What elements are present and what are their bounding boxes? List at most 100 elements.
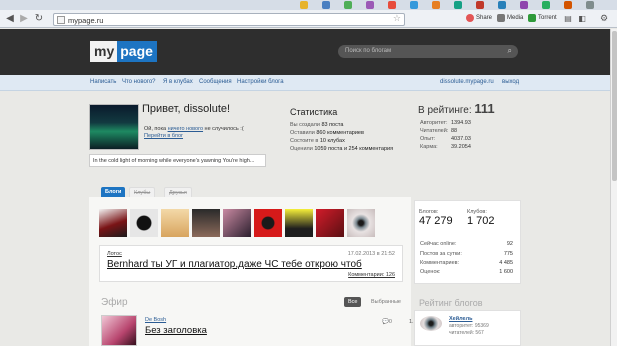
go-to-blog-link[interactable]: Перейти в блог bbox=[144, 133, 183, 139]
extension-icon[interactable] bbox=[344, 1, 352, 9]
site-header: my page Поиск по блогам ⌕ bbox=[0, 29, 610, 75]
search-placeholder: Поиск по блогам bbox=[345, 48, 392, 54]
status-link[interactable]: ничего нового bbox=[168, 126, 203, 132]
share-button[interactable]: Share bbox=[466, 14, 492, 22]
tab-blogs[interactable]: Блоги bbox=[101, 187, 126, 197]
blog-thumbnail[interactable] bbox=[254, 209, 282, 237]
rating-row-value: 1394.93 bbox=[451, 120, 471, 126]
clubs-count: 1 702 bbox=[467, 215, 495, 227]
stats-label: Вы создали bbox=[290, 122, 322, 128]
blog-thumbnail[interactable] bbox=[285, 209, 313, 237]
page-scrollbar[interactable] bbox=[610, 29, 617, 346]
media-button[interactable]: Media bbox=[497, 14, 523, 22]
filter-selected-button[interactable]: Выбранные bbox=[367, 297, 405, 307]
site-stat-value: 4 485 bbox=[499, 260, 513, 266]
nav-write[interactable]: Написать bbox=[90, 79, 116, 85]
feed-post-title[interactable]: Без заголовка bbox=[145, 325, 207, 336]
feed-comments: 💬0 bbox=[382, 319, 392, 325]
blog-thumbnails bbox=[99, 209, 375, 237]
blog-thumbnail[interactable] bbox=[130, 209, 158, 237]
tab-friends[interactable]: Друзья bbox=[164, 187, 192, 197]
blog-thumbnail[interactable] bbox=[347, 209, 375, 237]
comment-icon: 💬 bbox=[382, 319, 389, 325]
address-url[interactable]: mypage.ru bbox=[68, 16, 103, 25]
extension-icon[interactable] bbox=[432, 1, 440, 9]
site-stat-value: 1 600 bbox=[499, 269, 513, 275]
rating-number: 111 bbox=[474, 101, 495, 116]
blog-thumbnail[interactable] bbox=[316, 209, 344, 237]
site-nav: Написать Что нового? Я в клубах Сообщени… bbox=[0, 75, 610, 91]
nav-messages[interactable]: Сообщения bbox=[199, 79, 232, 85]
post-comments-link[interactable]: Комментарии: 126 bbox=[348, 272, 395, 278]
blog-search-input[interactable]: Поиск по блогам ⌕ bbox=[338, 45, 518, 58]
heart-icon bbox=[466, 14, 474, 22]
nav-my-clubs[interactable]: Я в клубах bbox=[163, 79, 193, 85]
blog-thumbnail[interactable] bbox=[99, 209, 127, 237]
extension-icon[interactable] bbox=[476, 1, 484, 9]
stats-value: 860 комментариев bbox=[316, 130, 364, 136]
extension-icon[interactable] bbox=[454, 1, 462, 9]
media-label: Media bbox=[507, 15, 524, 21]
extension-menu-icon[interactable]: ◧ bbox=[576, 13, 588, 25]
logo-my: my bbox=[90, 41, 118, 62]
rating-row-value: 88 bbox=[451, 128, 458, 134]
rating-row-value: 4037.03 bbox=[451, 136, 471, 142]
site-stat-label: Комментариев: bbox=[420, 260, 460, 266]
extension-icon[interactable] bbox=[586, 1, 594, 9]
page-favicon-icon bbox=[57, 16, 65, 24]
extension-icon[interactable] bbox=[366, 1, 374, 9]
profile-quote: In the cold light of morning while every… bbox=[89, 154, 266, 167]
top-blog-avatar[interactable] bbox=[420, 316, 442, 331]
blog-thumbnail[interactable] bbox=[223, 209, 251, 237]
blog-thumbnail[interactable] bbox=[192, 209, 220, 237]
status-prefix: Ой, пока bbox=[144, 126, 168, 132]
top-blog-authority: авторитет: 95369 bbox=[449, 323, 489, 329]
site-stat-label: Оценок: bbox=[420, 269, 441, 275]
blog-rating-title: Рейтинг блогов bbox=[419, 298, 483, 308]
nav-whats-new[interactable]: Что нового? bbox=[122, 79, 156, 85]
site-stat-value: 775 bbox=[503, 251, 513, 257]
media-icon bbox=[497, 14, 505, 22]
rating-row-value: 39.2054 bbox=[451, 144, 471, 150]
search-icon[interactable]: ⌕ bbox=[508, 46, 512, 56]
extension-icon[interactable] bbox=[322, 1, 330, 9]
post-author-link[interactable]: Лотос bbox=[107, 251, 122, 257]
back-icon[interactable]: ◀ bbox=[4, 13, 16, 25]
torrent-icon bbox=[528, 14, 536, 22]
torrent-label: Torrent bbox=[538, 15, 557, 21]
extension-icon[interactable] bbox=[300, 1, 308, 9]
featured-post: Лотос 17.02.2013 в 21:52 Bernhard ты УГ … bbox=[99, 245, 403, 282]
blog-thumbnail[interactable] bbox=[161, 209, 189, 237]
top-blog-link[interactable]: Хейлель bbox=[449, 316, 472, 322]
scrollbar-thumb[interactable] bbox=[612, 31, 617, 181]
extension-icon[interactable] bbox=[498, 1, 506, 9]
address-bar[interactable]: mypage.ru ☆ bbox=[53, 13, 405, 26]
top-blog-readers: читателей: 567 bbox=[449, 330, 484, 336]
nav-logout[interactable]: выход bbox=[502, 79, 519, 85]
extension-menu-icon[interactable]: ▤ bbox=[562, 13, 574, 25]
stats-label: Состоите в bbox=[290, 138, 320, 144]
torrent-button[interactable]: Torrent bbox=[528, 14, 557, 22]
blogs-count: 47 279 bbox=[419, 215, 453, 227]
post-date: 17.02.2013 в 21:52 bbox=[347, 251, 395, 257]
status-suffix: не случилось :( bbox=[203, 126, 244, 132]
bookmark-star-icon[interactable]: ☆ bbox=[393, 14, 401, 24]
reload-icon[interactable]: ↻ bbox=[33, 13, 45, 25]
tab-clubs[interactable]: Клубы bbox=[129, 187, 156, 197]
post-title-link[interactable]: Bernhard ты УГ и плагиатор,даже ЧС тебе … bbox=[107, 259, 362, 270]
forward-icon[interactable]: ▶ bbox=[18, 13, 30, 25]
stats-value: 10 клубах bbox=[319, 138, 345, 144]
feed-author-link[interactable]: De Bosh bbox=[145, 317, 166, 323]
nav-blog-settings[interactable]: Настройки блога bbox=[237, 79, 284, 85]
feed-author-avatar[interactable] bbox=[101, 315, 137, 346]
wrench-icon[interactable]: ⚙ bbox=[598, 13, 610, 25]
extension-icon[interactable] bbox=[520, 1, 528, 9]
site-logo[interactable]: my page bbox=[90, 41, 157, 62]
extension-icon[interactable] bbox=[542, 1, 550, 9]
user-avatar[interactable] bbox=[89, 104, 139, 150]
extension-icon[interactable] bbox=[564, 1, 572, 9]
filter-all-button[interactable]: Все bbox=[344, 297, 362, 307]
nav-my-blog-link[interactable]: dissolute.mypage.ru bbox=[440, 79, 494, 85]
extension-icon[interactable] bbox=[388, 1, 396, 9]
extension-icon[interactable] bbox=[410, 1, 418, 9]
